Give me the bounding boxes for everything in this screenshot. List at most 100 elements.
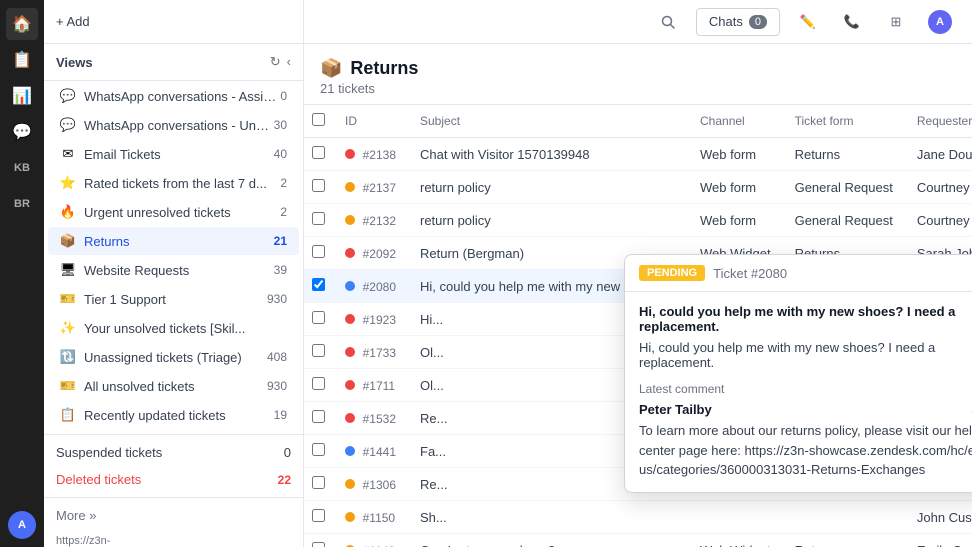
sidebar-items: 💬 WhatsApp conversations - Assig... 0 💬 … [44,81,303,430]
row-checkbox[interactable] [304,270,333,303]
sidebar-item-icon: 🖥 [60,262,76,278]
sidebar-item-all-unsolved[interactable]: 🎫 All unsolved tickets 930 [48,372,299,400]
row-checkbox[interactable] [304,204,333,237]
sidebar-item-urgent-tickets[interactable]: 🔥 Urgent unresolved tickets 2 [48,198,299,226]
rail-br-icon[interactable]: BR [6,188,38,220]
sidebar-item-count: 39 [274,263,287,277]
col-form: Ticket form [783,105,905,138]
sidebar-more[interactable]: More » [44,502,303,529]
sidebar-refresh-icon[interactable]: ↻ [270,54,281,70]
sidebar-item-count: 0 [280,89,287,103]
search-icon[interactable] [652,8,684,36]
row-checkbox[interactable] [304,336,333,369]
sidebar-item-count: 408 [267,350,287,364]
row-checkbox[interactable] [304,369,333,402]
row-subject[interactable]: return policy [408,171,688,204]
col-id: ID [333,105,408,138]
row-form: Returns [783,138,905,171]
sidebar-item-recently-updated[interactable]: 📋 Recently updated tickets 19 [48,401,299,429]
ticket-preview-popup[interactable]: PENDING Ticket #2080 Hi, could you help … [624,254,972,493]
sidebar-item-icon: ✉ [60,146,76,162]
sidebar-actions: ↻ ‹ [270,54,291,70]
sidebar-item-unassigned-triage[interactable]: 🔃 Unassigned tickets (Triage) 408 [48,343,299,371]
rail-home-icon[interactable]: 🏠 [6,8,38,40]
chats-label: Chats [709,14,743,29]
row-checkbox[interactable] [304,237,333,270]
row-id: #2132 [333,204,408,237]
sidebar-item-label: WhatsApp conversations - Assig... [84,89,276,104]
sidebar-item-your-unsolved[interactable]: ✨ Your unsolved tickets [Skil... [48,314,299,342]
table-row[interactable]: #2138 Chat with Visitor 1570139948 Web f… [304,138,972,171]
sidebar-item-count: 930 [267,292,287,306]
grid-icon[interactable]: ⊞ [880,8,912,36]
table-row[interactable]: #2132 return policy Web form General Req… [304,204,972,237]
popup-ticket-num: Ticket #2080 [713,266,787,281]
sidebar-item-whatsapp-assigned[interactable]: 💬 WhatsApp conversations - Assig... 0 [48,82,299,110]
main-content: Chats 0 ✏️ 📞 ⊞ A 📦 Returns 21 tickets ID [304,0,972,547]
row-checkbox[interactable] [304,534,333,547]
row-id: #1733 [333,336,408,369]
sidebar-item-count: 19 [274,408,287,422]
popup-message-full: Hi, could you help me with my new shoes?… [639,340,972,370]
row-id: #1149 [333,534,408,547]
row-id: #2138 [333,138,408,171]
row-id: #1711 [333,369,408,402]
sidebar-item-email-tickets[interactable]: ✉ Email Tickets 40 [48,140,299,168]
row-channel [688,501,783,534]
sidebar-item-tier1[interactable]: 🎫 Tier 1 Support 930 [48,285,299,313]
sidebar-item-label: Your unsolved tickets [Skil... [84,321,283,336]
sidebar-item-count: 30 [274,118,287,132]
phone-icon[interactable]: 📞 [836,8,868,36]
row-requester: Emily Customer [905,534,972,547]
sidebar-item-returns[interactable]: 📦 Returns 21 [48,227,299,255]
table-row[interactable]: #2137 return policy Web form General Req… [304,171,972,204]
row-checkbox[interactable] [304,435,333,468]
sidebar-item-whatsapp-unassigned[interactable]: 💬 WhatsApp conversations - Unass... 30 [48,111,299,139]
row-checkbox[interactable] [304,468,333,501]
table-row[interactable]: #1149 Can I return my shoes? Web Widget … [304,534,972,547]
rail-tickets-icon[interactable]: 📋 [6,44,38,76]
popup-header: PENDING Ticket #2080 [625,255,972,292]
sidebar-item-label: All unsolved tickets [84,379,263,394]
row-subject[interactable]: Chat with Visitor 1570139948 [408,138,688,171]
row-subject[interactable]: Can I return my shoes? [408,534,688,547]
add-button[interactable]: + Add [56,14,90,29]
pending-badge: PENDING [639,265,705,281]
row-id: #2080 [333,270,408,303]
rail-kb-icon[interactable]: KB [6,152,38,184]
sidebar-item-count: 40 [274,147,287,161]
popup-commenter: Peter Tailby [639,402,712,417]
popup-latest-label: Latest comment [639,382,972,396]
sidebar-item-website-requests[interactable]: 🖥 Website Requests 39 [48,256,299,284]
suspended-label: Suspended tickets [56,445,162,460]
user-avatar: A [8,511,36,539]
row-checkbox[interactable] [304,501,333,534]
row-checkbox[interactable] [304,171,333,204]
row-checkbox[interactable] [304,303,333,336]
row-channel: Web form [688,171,783,204]
sidebar-item-icon: 💬 [60,88,76,104]
row-subject[interactable]: return policy [408,204,688,237]
select-all-header[interactable] [304,105,333,138]
sidebar-item-icon: 🎫 [60,378,76,394]
row-form [783,501,905,534]
sidebar-collapse-icon[interactable]: ‹ [287,54,291,70]
row-checkbox[interactable] [304,402,333,435]
table-row[interactable]: #1150 Sh... John Customer [304,501,972,534]
row-requester: Courtney Barnett [905,204,972,237]
compose-icon[interactable]: ✏️ [792,8,824,36]
col-channel: Channel [688,105,783,138]
sidebar-item-icon: 📦 [60,233,76,249]
row-form: General Request [783,171,905,204]
rail-chat-icon[interactable]: 💬 [6,116,38,148]
sidebar-item-rated-tickets[interactable]: ⭐ Rated tickets from the last 7 d... 2 [48,169,299,197]
row-subject[interactable]: Sh... [408,501,688,534]
row-requester: John Customer [905,501,972,534]
rail-reports-icon[interactable]: 📊 [6,80,38,112]
sidebar-item-label: Website Requests [84,263,270,278]
chats-button[interactable]: Chats 0 [696,8,780,36]
row-checkbox[interactable] [304,138,333,171]
profile-icon[interactable]: A [924,8,956,36]
sidebar-deleted[interactable]: Deleted tickets 22 [44,466,303,493]
sidebar-item-count: 2 [280,205,287,219]
